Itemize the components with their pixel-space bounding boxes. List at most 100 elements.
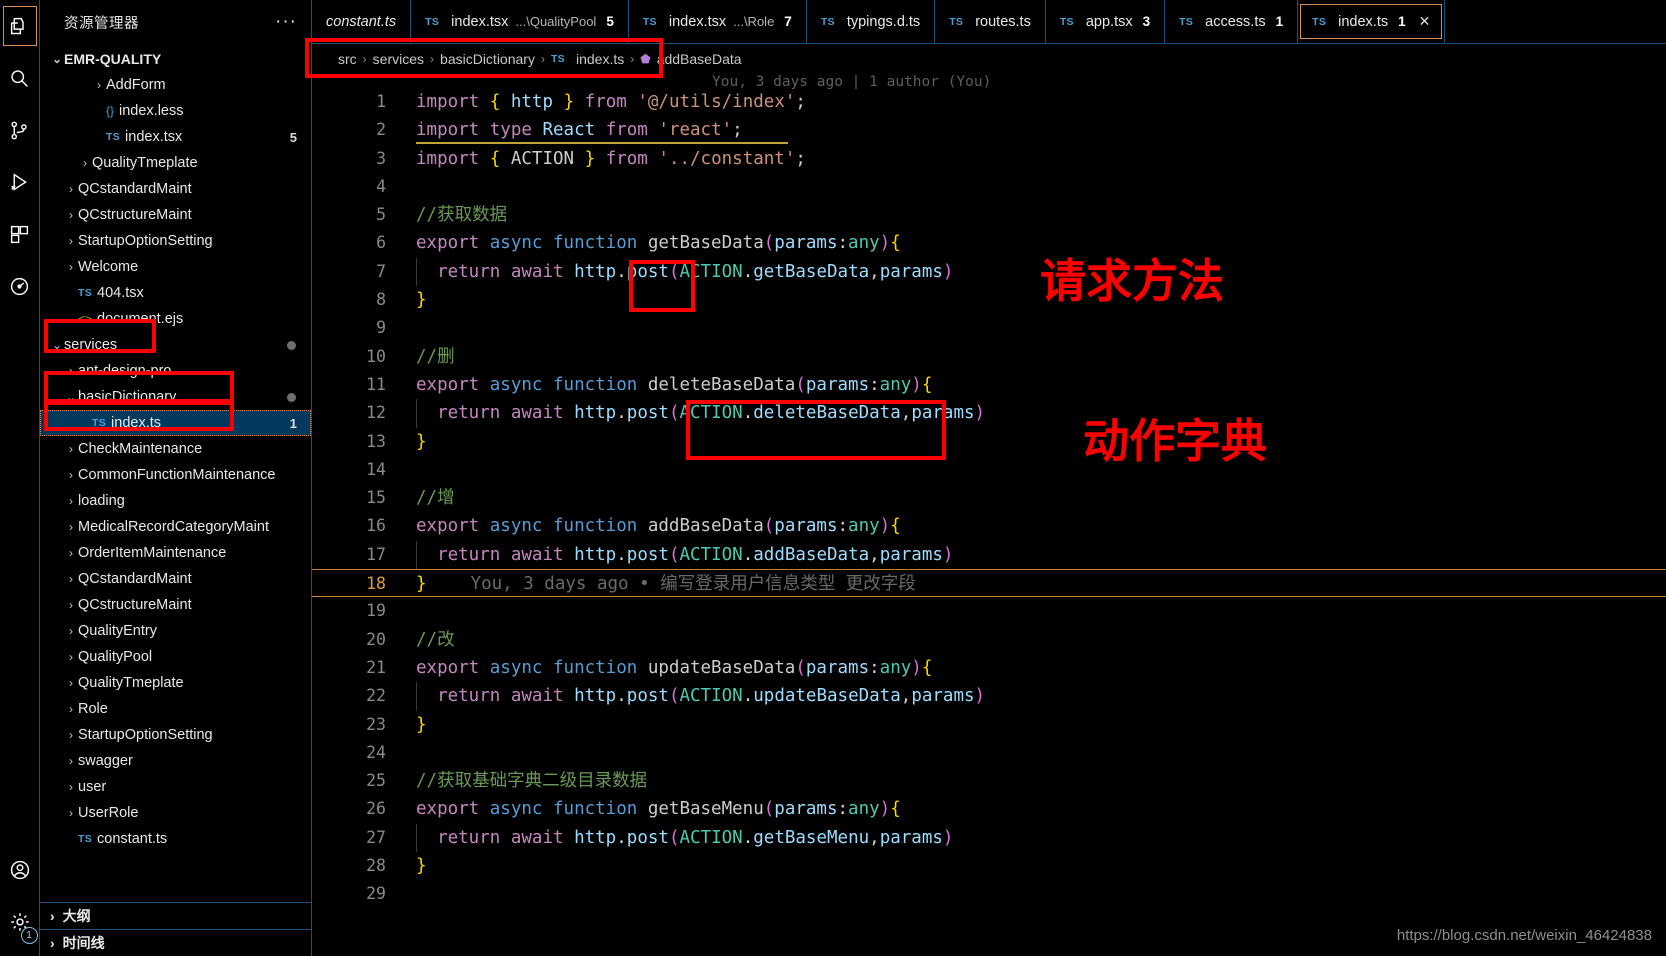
tree-item[interactable]: › MedicalRecordCategoryMaint <box>40 514 311 540</box>
tree-item[interactable]: › StartupOptionSetting <box>40 722 311 748</box>
code-line[interactable]: 19 <box>312 597 1666 625</box>
breadcrumb[interactable]: src › services › basicDictionary › TS index.ts ›… <box>312 44 1666 74</box>
tree-item[interactable]: › ant-design-pro <box>40 358 311 384</box>
code-line[interactable]: 6 export async function getBaseData(param… <box>312 229 1666 257</box>
line-number: 9 <box>376 318 386 338</box>
tree-item[interactable]: › Role <box>40 696 311 722</box>
account-icon[interactable] <box>0 844 40 896</box>
line-number: 24 <box>366 742 386 762</box>
breadcrumb-item[interactable]: services <box>373 51 424 67</box>
tree-item[interactable]: › QCstandardMaint <box>40 176 311 202</box>
code-line-text: return await http.post(ACTION.addBaseDat… <box>400 540 1666 570</box>
breadcrumb-item[interactable]: addBaseData <box>657 51 742 67</box>
tree-item[interactable]: {} index.less <box>40 98 311 124</box>
editor-tab[interactable]: TS access.ts 1 <box>1165 0 1299 43</box>
line-number: 26 <box>366 799 386 819</box>
code-line[interactable]: 29 <box>312 880 1666 908</box>
code-line[interactable]: 18} You, 3 days ago • 编写登录用户信息类型 更改字段 <box>312 569 1666 598</box>
code-line[interactable]: 28} <box>312 852 1666 880</box>
editor-tab[interactable]: TS index.tsx ...\Role 7 <box>628 0 807 43</box>
editor-tab-problem-count: 5 <box>606 14 614 29</box>
code-line[interactable]: 1 import { http } from '@/utils/index'; <box>312 88 1666 116</box>
tree-item[interactable]: ⌄ basicDictionary <box>40 384 311 410</box>
sidebar-more-actions-icon[interactable]: ··· <box>275 12 297 31</box>
editor-tab[interactable]: TS index.tsx ...\QualityPool 5 <box>411 0 629 43</box>
tree-item[interactable]: › QCstructureMaint <box>40 202 311 228</box>
tree-item-label: AddForm <box>106 77 166 93</box>
editor-tab[interactable]: TS typings.d.ts <box>806 0 936 43</box>
code-line[interactable]: 15 //增 <box>312 484 1666 512</box>
code-line[interactable]: 2 import type React from 'react'; <box>312 116 1666 144</box>
code-line[interactable]: 22 return await http.post(ACTION.updateB… <box>312 682 1666 711</box>
code-line[interactable]: 11 export async function deleteBaseData(p… <box>312 371 1666 399</box>
tree-item[interactable]: TS constant.ts <box>40 826 311 852</box>
code-line[interactable]: 23} <box>312 711 1666 739</box>
code-line[interactable]: 12 return await http.post(ACTION.deleteB… <box>312 399 1666 428</box>
code-line[interactable]: 17 return await http.post(ACTION.addBase… <box>312 540 1666 570</box>
tree-item[interactable]: › QCstructureMaint <box>40 592 311 618</box>
tree-item[interactable]: › UserRole <box>40 800 311 826</box>
timeline-icon[interactable] <box>0 260 40 312</box>
editor-tab[interactable]: constant.ts <box>312 0 412 43</box>
tree-item[interactable]: ⌄ EMR-QUALITY <box>40 46 311 72</box>
modified-dot-icon <box>287 340 296 350</box>
tree-item[interactable]: TS index.ts 1 <box>40 410 311 436</box>
code-line[interactable]: 7 return await http.post(ACTION.getBaseD… <box>312 257 1666 287</box>
tree-item[interactable]: <> document.ejs <box>40 306 311 332</box>
code-line[interactable]: 24 <box>312 739 1666 767</box>
tree-item[interactable]: TS 404.tsx <box>40 280 311 306</box>
close-icon[interactable]: ✕ <box>1419 13 1431 30</box>
tree-item[interactable]: › QualityEntry <box>40 618 311 644</box>
tree-item[interactable]: › loading <box>40 488 311 514</box>
code-line[interactable]: 16 export async function addBaseData(para… <box>312 512 1666 540</box>
tree-item[interactable]: › CheckMaintenance <box>40 436 311 462</box>
tree-item[interactable]: TS index.tsx 5 <box>40 124 311 150</box>
search-icon[interactable] <box>0 52 40 104</box>
panel-timeline[interactable]: › 时间线 <box>40 929 311 956</box>
explorer-icon[interactable] <box>0 0 40 52</box>
settings-gear-icon[interactable]: 1 <box>0 896 40 948</box>
tree-item[interactable]: › QualityTmeplate <box>40 150 311 176</box>
code-line[interactable]: 9 <box>312 314 1666 342</box>
code-line[interactable]: 26 export async function getBaseMenu(para… <box>312 795 1666 823</box>
run-debug-icon[interactable] <box>0 156 40 208</box>
tree-item[interactable]: › swagger <box>40 748 311 774</box>
tree-item[interactable]: › CommonFunctionMaintenance <box>40 462 311 488</box>
editor-tab[interactable]: TS index.ts 1 ✕ <box>1298 0 1446 43</box>
editor-tab[interactable]: TS app.tsx 3 <box>1045 0 1166 43</box>
code-line[interactable]: 20 //改 <box>312 626 1666 654</box>
tree-item[interactable]: ⌄ services <box>40 332 311 358</box>
breadcrumb-item[interactable]: basicDictionary <box>440 51 535 67</box>
code-line[interactable]: 21 export async function updateBaseData(p… <box>312 654 1666 682</box>
tree-item[interactable]: › AddForm <box>40 72 311 98</box>
code-line[interactable]: 4 <box>312 173 1666 201</box>
code-line[interactable]: 25 //获取基础字典二级目录数据 <box>312 767 1666 795</box>
code-line[interactable]: 27 return await http.post(ACTION.getBase… <box>312 823 1666 853</box>
tree-item[interactable]: › user <box>40 774 311 800</box>
source-control-icon[interactable] <box>0 104 40 156</box>
tree-item[interactable]: › QCstandardMaint <box>40 566 311 592</box>
code-line[interactable]: 5 //获取数据 <box>312 201 1666 229</box>
indent-guide <box>416 257 417 287</box>
tree-item[interactable]: › Welcome <box>40 254 311 280</box>
tree-item[interactable]: › StartupOptionSetting <box>40 228 311 254</box>
code-editor[interactable]: 1 import { http } from '@/utils/index'; 2 i… <box>312 88 1666 956</box>
panel-outline[interactable]: › 大纲 <box>40 902 311 929</box>
code-line[interactable]: 13} <box>312 428 1666 456</box>
code-line[interactable]: 14 <box>312 456 1666 484</box>
code-line[interactable]: 3 import { ACTION } from '../constant'; <box>312 145 1666 173</box>
tree-item[interactable]: › QualityPool <box>40 644 311 670</box>
breadcrumb-item[interactable]: index.ts <box>576 51 624 67</box>
editor-tab[interactable]: TS routes.ts <box>935 0 1046 43</box>
tree-item[interactable]: › QualityTmeplate <box>40 670 311 696</box>
file-tree[interactable]: ⌄ EMR-QUALITY › AddForm{} index.less TS index.… <box>40 44 311 902</box>
breadcrumb-item[interactable]: src <box>338 51 357 67</box>
tree-item[interactable]: › OrderItemMaintenance <box>40 540 311 566</box>
extensions-icon[interactable] <box>0 208 40 260</box>
code-line[interactable]: 10 //删 <box>312 343 1666 371</box>
chevron-right-icon: › <box>69 234 73 248</box>
editor-tab-bar[interactable]: constant.ts TS index.tsx ...\QualityPool 5 TS… <box>312 0 1666 44</box>
line-number: 27 <box>366 827 386 847</box>
code-line[interactable]: 8} <box>312 286 1666 314</box>
